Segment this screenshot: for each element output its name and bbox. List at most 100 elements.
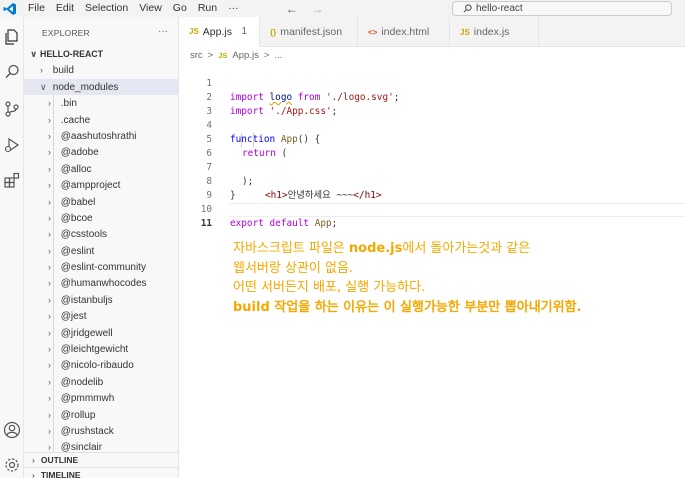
- chevron-right-icon: ›: [48, 344, 51, 355]
- tab-index-html[interactable]: <> index.html: [358, 17, 450, 47]
- tree-root-label: HELLO-REACT: [40, 49, 104, 59]
- tree-item-label: @pmmmwh: [60, 393, 115, 405]
- tree-item[interactable]: › @jridgewell: [24, 325, 178, 341]
- html-file-icon: <>: [368, 27, 378, 37]
- tree-item-label: @istanbuljs: [60, 294, 113, 306]
- timeline-label: TIMELINE: [40, 470, 81, 478]
- menu-selection[interactable]: Selection: [81, 0, 135, 17]
- chevron-down-icon: ∨: [40, 81, 47, 92]
- tree-item-label: node_modules: [52, 81, 119, 93]
- tree-item[interactable]: › @csstools: [24, 226, 178, 242]
- extensions-icon[interactable]: [2, 170, 22, 190]
- chevron-right-icon: ›: [48, 425, 51, 436]
- tree-item[interactable]: › @alloc: [24, 161, 178, 177]
- chevron-right-icon: ›: [48, 278, 51, 289]
- breadcrumb-folder[interactable]: src: [190, 50, 203, 61]
- account-icon[interactable]: [2, 420, 22, 440]
- code-line-7: 7 );: [179, 147, 685, 187]
- code-line-10: 10 export default App;: [179, 189, 685, 229]
- forward-arrow-icon[interactable]: →: [312, 2, 324, 16]
- tree-item[interactable]: › @ampproject: [24, 177, 178, 193]
- chevron-right-icon: ›: [48, 262, 51, 273]
- tree-item[interactable]: › @eslint-community: [24, 259, 178, 275]
- breadcrumb: src > JS App.js > ...: [190, 48, 282, 62]
- tree-item[interactable]: › @rushstack: [24, 423, 178, 439]
- timeline-panel-header[interactable]: › TIMELINE: [24, 467, 178, 478]
- breadcrumb-file[interactable]: App.js: [232, 50, 258, 61]
- tree-item[interactable]: › @nodelib: [24, 374, 178, 390]
- tree-item-node-modules[interactable]: ∨ node_modules: [24, 78, 178, 96]
- tree-root-hello-react[interactable]: ∨ HELLO-REACT: [24, 46, 178, 62]
- chevron-right-icon: ›: [48, 130, 51, 141]
- tree-item-label: @nodelib: [60, 376, 104, 388]
- indent-guide: [241, 133, 242, 147]
- tree-item-label: .bin: [60, 98, 77, 110]
- explorer-files-icon[interactable]: [2, 27, 22, 47]
- tree-item-label: @aashutoshrathi: [60, 130, 137, 142]
- tab-index-js[interactable]: JS index.js: [450, 17, 539, 47]
- tree-item[interactable]: › .bin: [24, 95, 178, 111]
- search-text: hello-react: [476, 3, 523, 14]
- tree-item-label: build: [52, 65, 74, 77]
- tree-item[interactable]: › .cache: [24, 112, 178, 128]
- tree-item-label: @leichtgewicht: [60, 344, 129, 356]
- code-line-2: 2 import './App.css';: [179, 77, 685, 117]
- tree-item[interactable]: › @istanbuljs: [24, 292, 178, 308]
- back-arrow-icon[interactable]: ←: [286, 2, 298, 16]
- tree-item[interactable]: › @aashutoshrathi: [24, 128, 178, 144]
- breadcrumb-symbols[interactable]: ...: [274, 50, 282, 61]
- tree-item[interactable]: › @babel: [24, 194, 178, 210]
- editor-tabs: JS App.js 1 {} manifest.json <> index.ht…: [179, 17, 685, 47]
- outline-panel-header[interactable]: › OUTLINE: [24, 452, 178, 466]
- vscode-logo-icon[interactable]: [2, 0, 18, 17]
- tree-item[interactable]: › @bcoe: [24, 210, 178, 226]
- chevron-right-icon: ›: [48, 294, 51, 305]
- tree-item-label: @humanwhocodes: [60, 278, 147, 290]
- tree-item-label: .cache: [60, 114, 91, 126]
- menu-run[interactable]: Run: [194, 0, 224, 17]
- note-text: 자바스크립트 파일은: [233, 241, 349, 256]
- tree-item-label: @eslint: [60, 245, 95, 257]
- tab-manifest-json[interactable]: {} manifest.json: [260, 17, 358, 47]
- tree-item-build[interactable]: › build: [24, 62, 178, 78]
- note-text: 에서 돌아가는것과 같은: [402, 241, 531, 256]
- tab-label: index.js: [473, 26, 510, 38]
- tree-item-label: @csstools: [60, 229, 108, 241]
- code-token: export: [230, 218, 264, 229]
- note-line-4: build 작업을 하는 이유는 이 실행가능한 부분만 뽑아내기위함.: [233, 298, 685, 318]
- chevron-right-icon: ›: [48, 360, 51, 371]
- source-control-icon[interactable]: [2, 99, 22, 119]
- menu-bar: File Edit Selection View Go Run ···: [24, 0, 246, 17]
- search-icon: [463, 4, 472, 13]
- tree-item-label: @eslint-community: [60, 262, 146, 274]
- tree-item[interactable]: › @nicolo-ribaudo: [24, 357, 178, 373]
- menu-go[interactable]: Go: [169, 0, 194, 17]
- tree-item[interactable]: › @jest: [24, 308, 178, 324]
- menu-edit[interactable]: Edit: [52, 0, 81, 17]
- code-line-9: 9: [179, 175, 685, 201]
- problem-count-badge: 1: [241, 26, 247, 37]
- tab-app-js[interactable]: JS App.js 1: [179, 17, 260, 47]
- tree-item[interactable]: › @humanwhocodes: [24, 275, 178, 291]
- chevron-right-icon: ›: [48, 163, 51, 174]
- menu-more[interactable]: ···: [224, 0, 246, 17]
- tree-item[interactable]: › @rollup: [24, 407, 178, 423]
- code-token: default: [269, 218, 310, 229]
- explorer-more-icon[interactable]: ···: [158, 26, 168, 37]
- tree-item[interactable]: › @eslint: [24, 243, 178, 259]
- run-debug-icon[interactable]: [2, 135, 22, 155]
- json-file-icon: {}: [270, 27, 277, 37]
- settings-gear-icon[interactable]: [2, 455, 22, 475]
- javascript-file-icon: JS: [460, 27, 470, 37]
- command-center-search[interactable]: hello-react: [452, 1, 672, 16]
- javascript-file-icon: JS: [189, 27, 199, 36]
- menu-file[interactable]: File: [24, 0, 52, 17]
- search-activity-icon[interactable]: [2, 62, 22, 82]
- tree-item[interactable]: › @pmmmwh: [24, 390, 178, 406]
- breadcrumb-separator: >: [263, 49, 270, 61]
- code-line-1: 1 import logo from './logo.svg';: [179, 63, 685, 103]
- tree-item[interactable]: › @leichtgewicht: [24, 341, 178, 357]
- menu-view[interactable]: View: [135, 0, 169, 17]
- tree-item[interactable]: › @adobe: [24, 144, 178, 160]
- chevron-right-icon: ›: [32, 455, 35, 465]
